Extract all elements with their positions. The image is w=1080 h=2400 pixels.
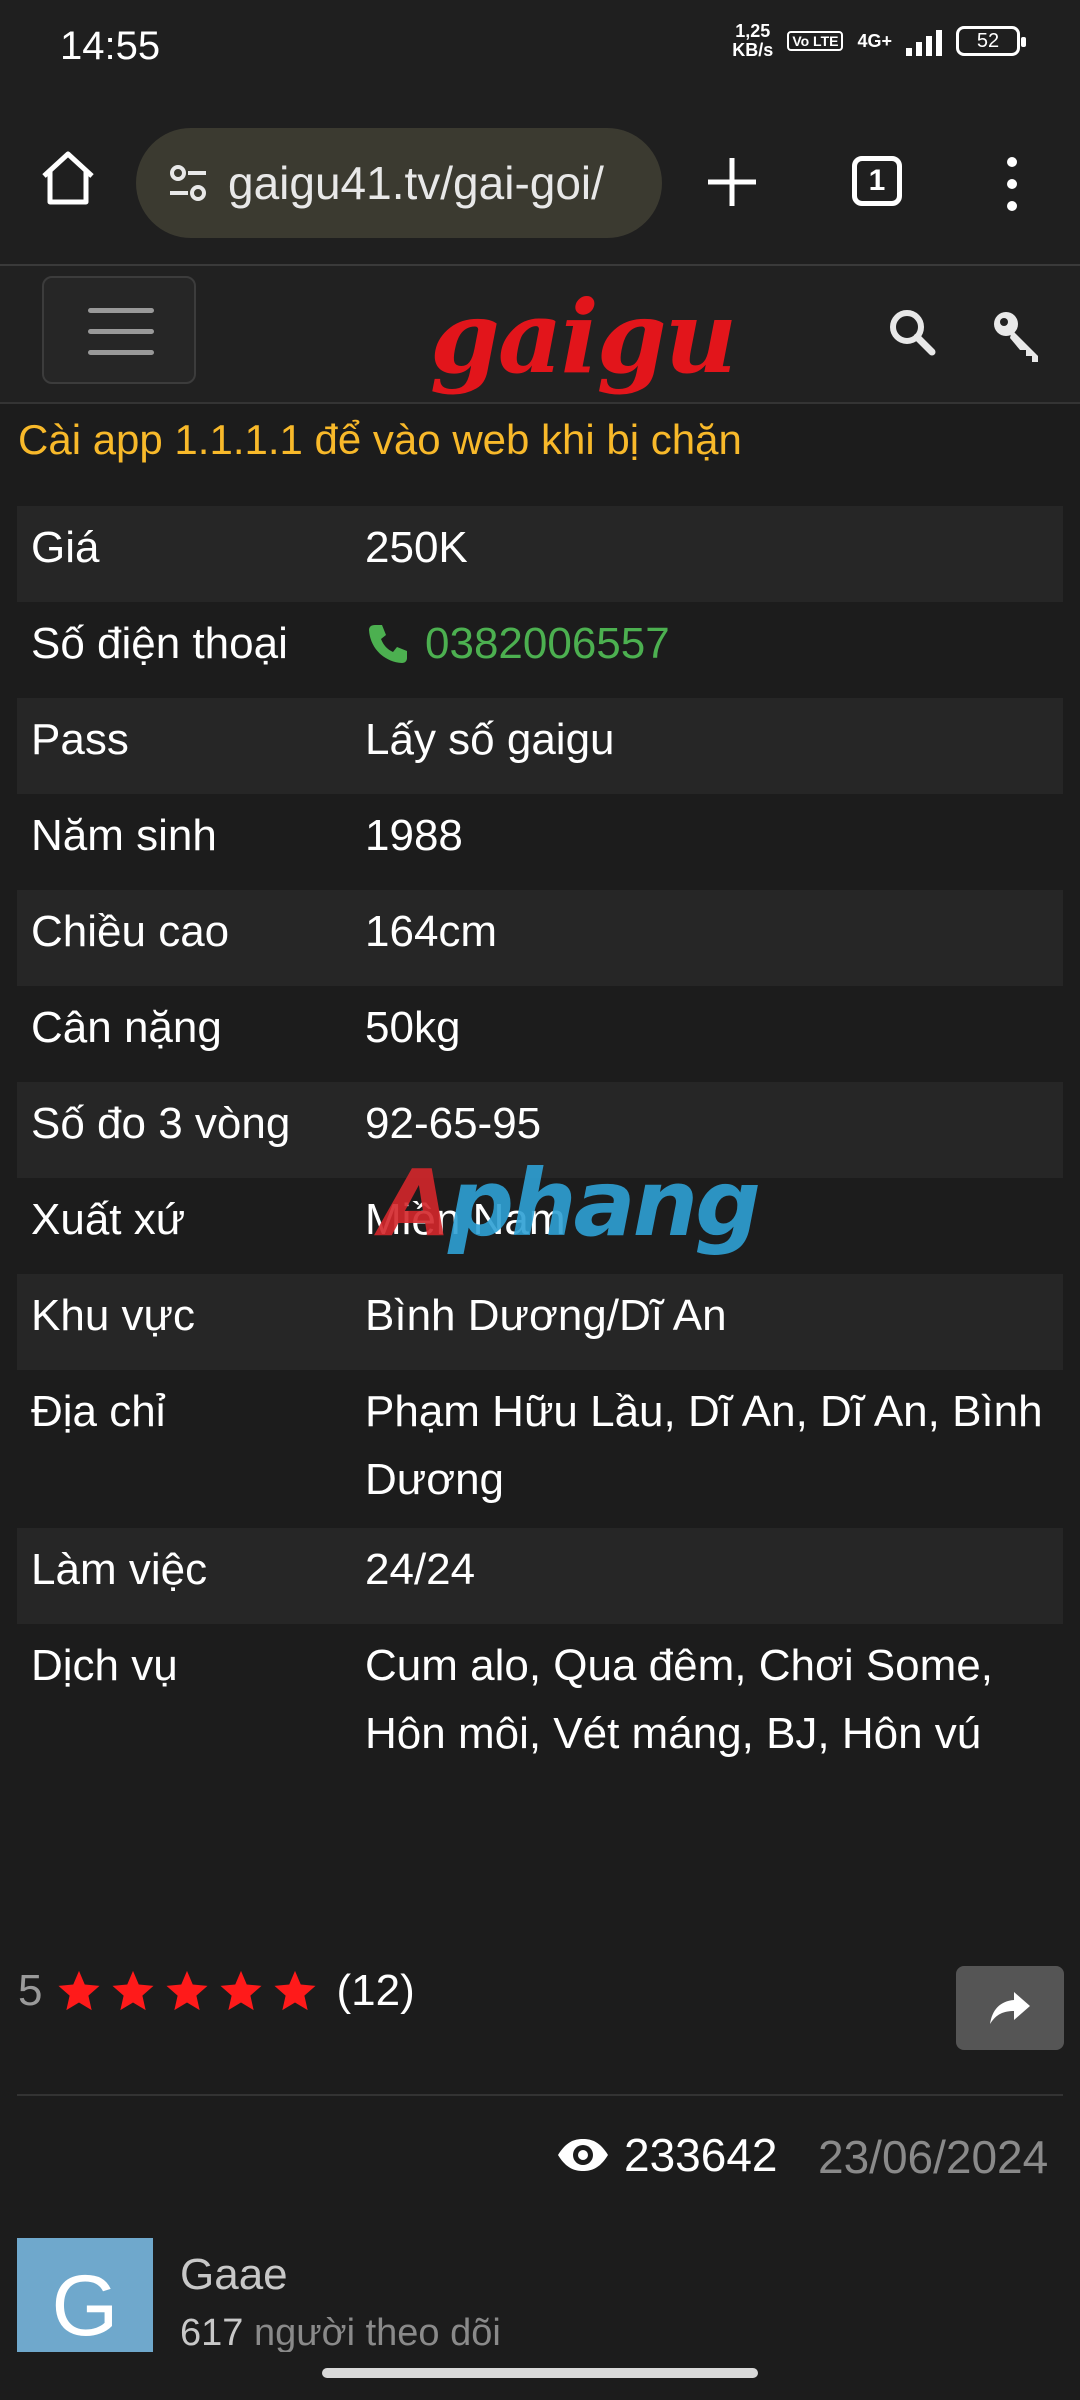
view-count: 233642: [556, 2128, 778, 2182]
site-settings-icon[interactable]: [166, 161, 210, 205]
watermark-logo: Aphang: [380, 1150, 761, 1257]
search-icon[interactable]: [886, 306, 938, 358]
row-value: Phạm Hữu Lầu, Dĩ An, Dĩ An, Bình Dương: [365, 1387, 1043, 1504]
info-row-weight: Cân nặng 50kg: [17, 986, 1063, 1082]
row-label: Giá: [31, 523, 100, 572]
star-icon[interactable]: [56, 1968, 102, 2014]
row-value: 164cm: [365, 907, 498, 956]
views-number: 233642: [624, 2129, 778, 2181]
gesture-bar[interactable]: [322, 2368, 758, 2378]
avatar-initial: G: [51, 2257, 119, 2354]
row-label: Cân nặng: [31, 1003, 222, 1052]
more-menu-icon[interactable]: [1000, 154, 1024, 214]
row-label: Địa chỉ: [31, 1387, 166, 1436]
phone-link[interactable]: 0382006557: [365, 610, 1063, 678]
row-value: Cum alo, Qua đêm, Chơi Some, Hôn môi, Vé…: [365, 1641, 993, 1758]
battery-icon: 52: [956, 26, 1026, 56]
key-icon[interactable]: [990, 308, 1046, 364]
tab-switcher-button[interactable]: 1: [852, 156, 902, 206]
notice-text[interactable]: Cài app 1.1.1.1 để vào web khi bị chặn: [18, 416, 742, 464]
author-name[interactable]: Gaae: [180, 2250, 288, 2300]
star-icon[interactable]: [164, 1968, 210, 2014]
home-icon[interactable]: [36, 146, 100, 210]
row-label: Khu vực: [31, 1291, 195, 1340]
row-value: 250K: [365, 523, 468, 572]
row-label: Xuất xứ: [31, 1195, 186, 1244]
net-speed-unit: KB/s: [732, 40, 774, 60]
row-label: Dịch vụ: [31, 1641, 178, 1690]
tab-count: 1: [868, 164, 886, 197]
followers-label: người theo dõi: [253, 2312, 501, 2354]
row-value: 92-65-95: [365, 1099, 542, 1148]
row-value: Lấy số gaigu: [365, 715, 615, 764]
row-label: Làm việc: [31, 1545, 208, 1594]
post-date: 23/06/2024: [818, 2131, 1049, 2183]
rating-count: (12): [336, 1966, 415, 2015]
address-bar[interactable]: gaigu41.tv/gai-goi/: [136, 128, 662, 238]
info-row-address: Địa chỉ Phạm Hữu Lầu, Dĩ An, Dĩ An, Bình…: [17, 1370, 1063, 1528]
info-row-services: Dịch vụ Cum alo, Qua đêm, Chơi Some, Hôn…: [17, 1624, 1063, 1782]
row-label: Pass: [31, 715, 129, 764]
menu-toggle-button[interactable]: [42, 276, 196, 384]
share-icon: [990, 1992, 1030, 2024]
star-icon[interactable]: [110, 1968, 156, 2014]
row-value: 1988: [365, 811, 463, 860]
network-type: 4G+: [857, 30, 892, 51]
info-row-working-hours: Làm việc 24/24: [17, 1528, 1063, 1624]
rating-score: 5: [18, 1966, 43, 2015]
info-row-birth-year: Năm sinh 1988: [17, 794, 1063, 890]
site-logo[interactable]: gaigu: [430, 278, 737, 396]
status-icons: 1,25 KB/s Vo LTE 4G+ 52: [732, 22, 1026, 60]
browser-toolbar: gaigu41.tv/gai-goi/ 1: [0, 100, 1080, 266]
site-header: gaigu: [0, 266, 1080, 404]
status-bar: 14:55 1,25 KB/s Vo LTE 4G+ 52: [0, 0, 1080, 100]
divider: [17, 2094, 1063, 2096]
url-text[interactable]: gaigu41.tv/gai-goi/: [228, 156, 648, 210]
row-value: 24/24: [365, 1545, 476, 1594]
watermark-part1: A: [380, 1150, 451, 1257]
star-icon[interactable]: [272, 1968, 318, 2014]
row-value: 50kg: [365, 1003, 461, 1052]
row-label: Số đo 3 vòng: [31, 1099, 291, 1148]
share-button[interactable]: [956, 1966, 1064, 2050]
row-label: Số điện thoại: [31, 619, 288, 668]
rating: 5 (12): [18, 1966, 415, 2016]
net-speed-value: 1,25: [735, 21, 771, 41]
net-speed: 1,25 KB/s: [732, 22, 773, 60]
followers: 617 người theo dõi: [180, 2312, 501, 2355]
star-icon[interactable]: [218, 1968, 264, 2014]
info-row-price: Giá 250K: [17, 506, 1063, 602]
info-row-phone: Số điện thoại 0382006557: [17, 602, 1063, 698]
info-table: Giá 250K Số điện thoại 0382006557 Pass L…: [17, 506, 1063, 1782]
signal-icon: [906, 26, 942, 56]
status-time: 14:55: [60, 24, 161, 68]
eye-icon: [558, 2139, 608, 2171]
row-value: Bình Dương/Dĩ An: [365, 1291, 727, 1340]
info-row-area: Khu vực Bình Dương/Dĩ An: [17, 1274, 1063, 1370]
battery-level: 52: [976, 29, 1000, 52]
followers-count: 617: [180, 2312, 244, 2354]
row-label: Chiều cao: [31, 907, 230, 956]
volte-icon: Vo LTE: [787, 31, 844, 51]
phone-icon: [369, 625, 407, 663]
new-tab-icon[interactable]: [702, 152, 762, 212]
watermark-part2: phang: [448, 1150, 761, 1257]
info-row-height: Chiều cao 164cm: [17, 890, 1063, 986]
row-label: Năm sinh: [31, 811, 217, 860]
info-row-pass: Pass Lấy số gaigu: [17, 698, 1063, 794]
phone-number[interactable]: 0382006557: [425, 610, 670, 678]
